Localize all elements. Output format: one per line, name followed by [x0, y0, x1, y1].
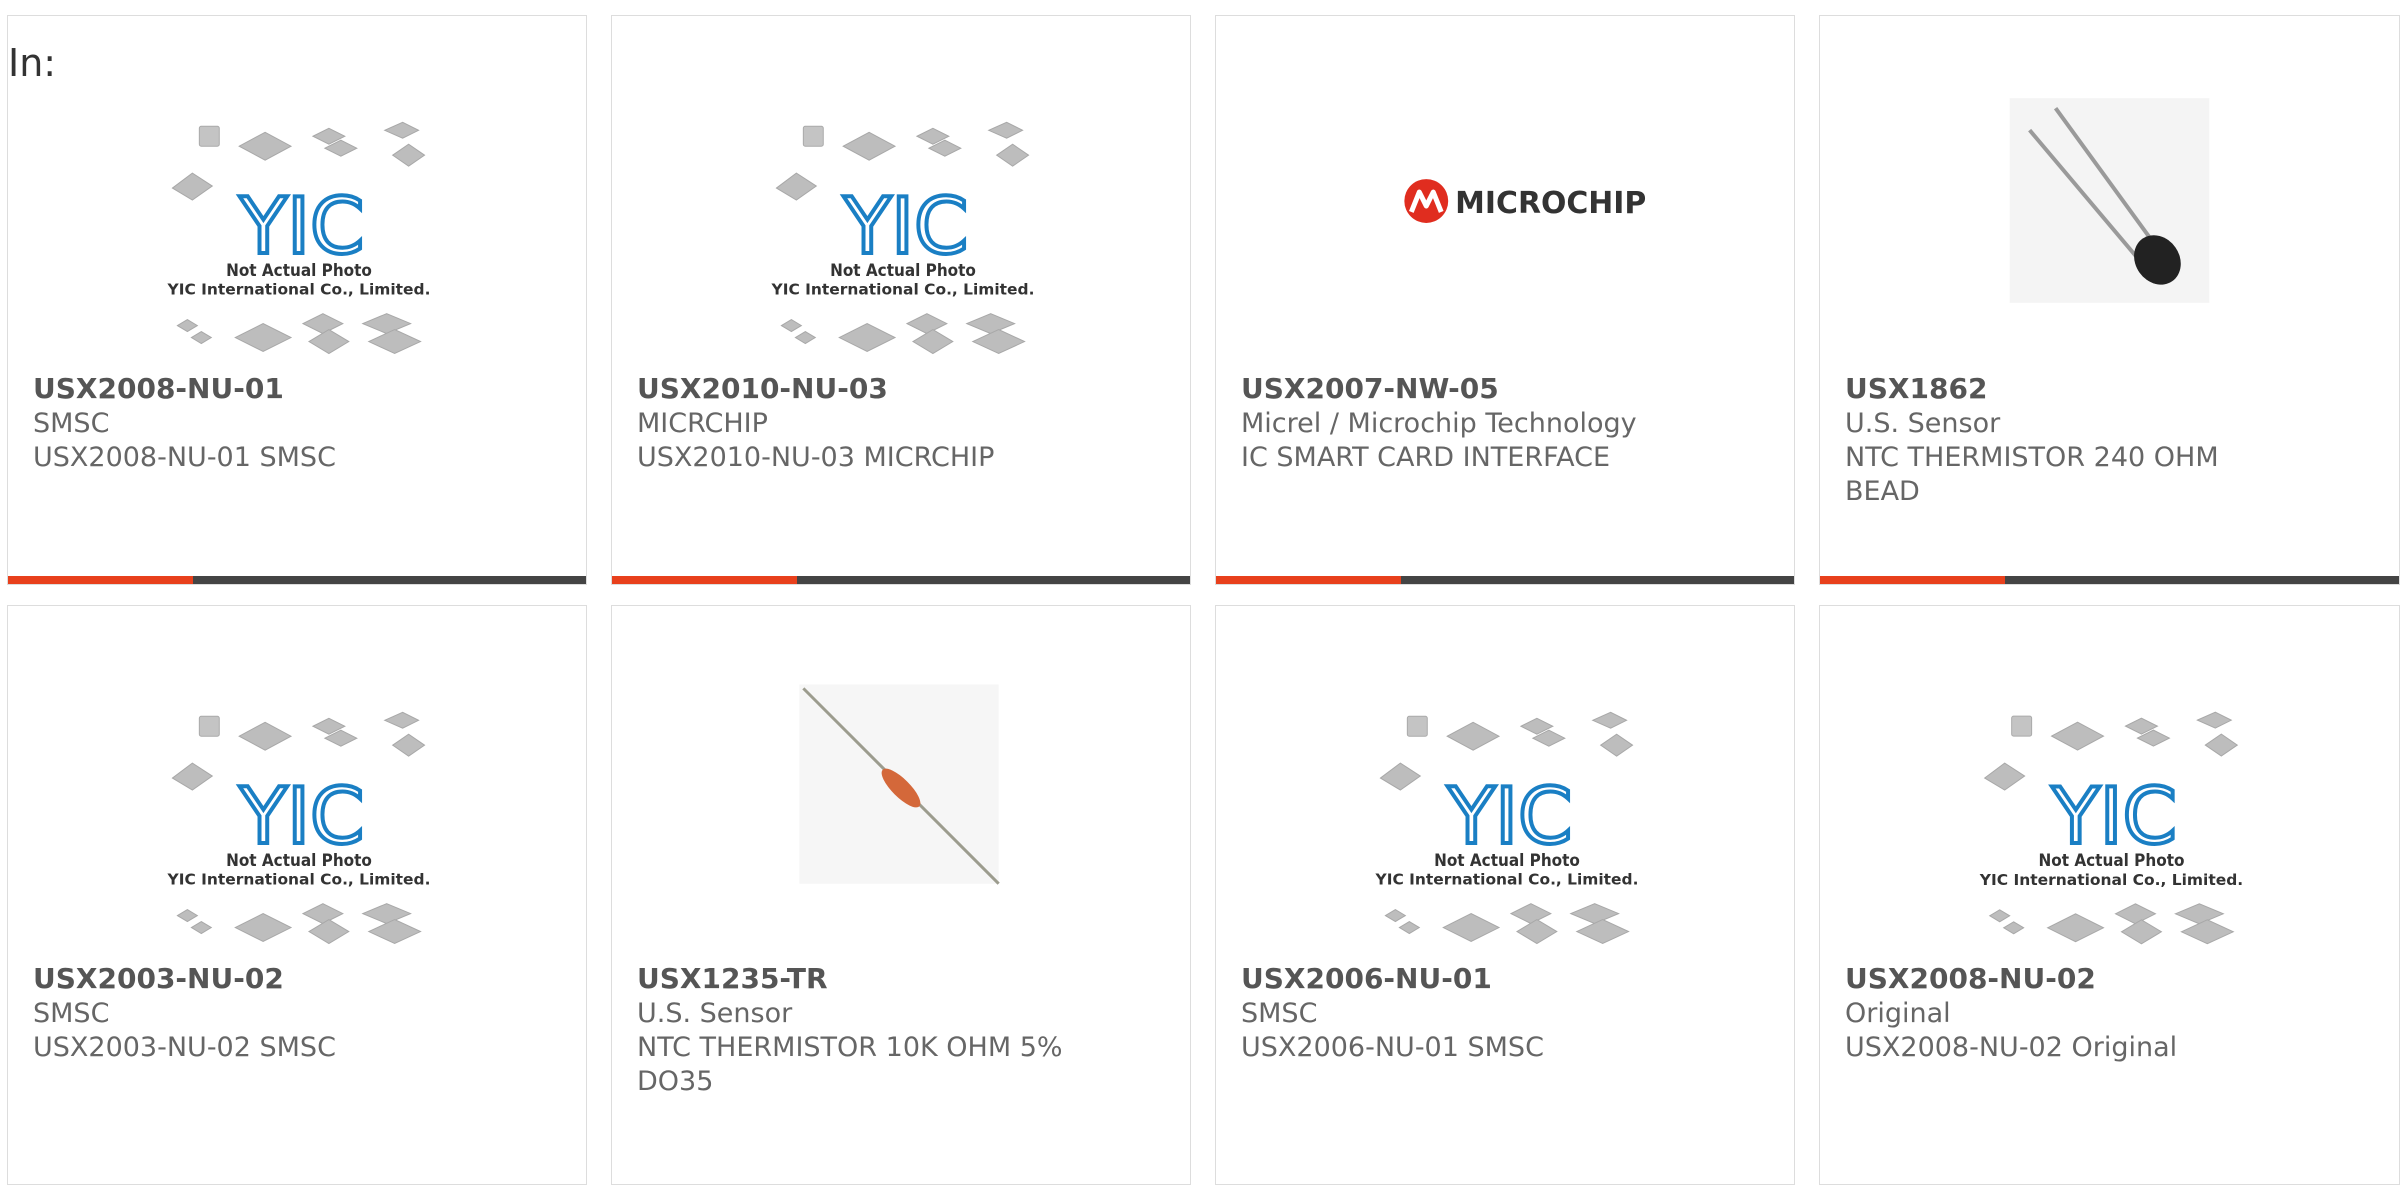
product-manufacturer: Micrel / Microchip Technology: [1241, 408, 1637, 439]
product-manufacturer: SMSC: [33, 998, 110, 1029]
product-part-number[interactable]: USX2006-NU-01: [1241, 962, 1774, 996]
thermistor-axial-image: [799, 684, 1000, 885]
placeholder-company: YIC International Co., Limited.: [167, 871, 431, 889]
card-accent-bar: [8, 576, 193, 584]
placeholder-image: YICNot Actual PhotoYIC International Co.…: [1979, 711, 2243, 945]
filter-label: In:: [8, 41, 57, 85]
product-part-number[interactable]: USX2010-NU-03: [637, 372, 1170, 406]
product-description: USX2006-NU-01 SMSC: [1241, 1032, 1544, 1063]
placeholder-company: YIC International Co., Limited.: [1979, 871, 2243, 889]
placeholder-image: YICNot Actual PhotoYIC International Co.…: [1375, 711, 1639, 945]
product-card[interactable]: YIC Not Actual Photo YIC International Co.…: [7, 605, 587, 1185]
product-description: USX2010-NU-03 MICRCHIP: [637, 442, 995, 473]
thermistor-bead-image: [2009, 98, 2210, 303]
product-card[interactable]: MICROCHIP USX2007-NW-05 Micrel / Microch…: [1215, 15, 1795, 585]
product-image[interactable]: YIC Not Actual Photo YIC International Co.…: [1216, 638, 1794, 958]
product-manufacturer: Original: [1845, 998, 1951, 1029]
product-description: NTC THERMISTOR 10K OHM 5% DO35: [637, 1032, 1063, 1097]
yic-logo: YIC: [239, 182, 365, 272]
product-manufacturer: U.S. Sensor: [637, 998, 793, 1029]
product-card[interactable]: YIC Not Actual Photo YIC International Co.…: [1819, 605, 2400, 1185]
card-bottom-bar: [1216, 576, 1794, 584]
product-card[interactable]: YIC Not Actual Photo YIC International Co.…: [7, 15, 587, 585]
product-card[interactable]: YIC Not Actual Photo YIC International Co.…: [611, 15, 1191, 585]
product-part-number[interactable]: USX2008-NU-01: [33, 372, 566, 406]
card-bottom-bar: [8, 576, 586, 584]
product-description: NTC THERMISTOR 240 OHM BEAD: [1845, 442, 2219, 507]
placeholder-company: YIC International Co., Limited.: [1375, 871, 1639, 889]
product-description: USX2003-NU-02 SMSC: [33, 1032, 336, 1063]
product-part-number[interactable]: USX1862: [1845, 372, 2379, 406]
product-card[interactable]: USX1862 U.S. Sensor NTC THERMISTOR 240 O…: [1819, 15, 2400, 585]
product-description: IC SMART CARD INTERFACE: [1241, 442, 1611, 473]
microchip-logo: MICROCHIP: [1404, 179, 1646, 223]
product-part-number[interactable]: USX2003-NU-02: [33, 962, 566, 996]
placeholder-caption: Not Actual Photo: [2038, 851, 2184, 871]
svg-text:MICROCHIP: MICROCHIP: [1455, 186, 1646, 221]
product-image[interactable]: YIC Not Actual Photo YIC International Co.…: [8, 638, 586, 958]
product-manufacturer: SMSC: [33, 408, 110, 439]
placeholder-image: YICNot Actual PhotoYIC International Co.…: [771, 121, 1035, 355]
placeholder-image: YICNot Actual PhotoYIC International Co.…: [167, 121, 431, 355]
product-image[interactable]: YIC Not Actual Photo YIC International Co.…: [8, 48, 586, 368]
placeholder-caption: Not Actual Photo: [830, 260, 976, 280]
product-image[interactable]: YIC Not Actual Photo YIC International Co.…: [1820, 638, 2399, 958]
card-bottom-bar: [612, 576, 1190, 584]
yic-logo: YIC: [1447, 772, 1573, 862]
placeholder-company: YIC International Co., Limited.: [167, 281, 431, 299]
placeholder-image: YICNot Actual PhotoYIC International Co.…: [167, 711, 431, 945]
product-manufacturer: MICRCHIP: [637, 408, 768, 439]
product-part-number[interactable]: USX2007-NW-05: [1241, 372, 1774, 406]
card-bottom-bar: [1820, 576, 2399, 584]
product-part-number[interactable]: USX2008-NU-02: [1845, 962, 2379, 996]
yic-logo: YIC: [843, 182, 969, 272]
product-image[interactable]: MICROCHIP: [1216, 48, 1794, 368]
product-part-number[interactable]: USX1235-TR: [637, 962, 1170, 996]
product-manufacturer: U.S. Sensor: [1845, 408, 2001, 439]
card-accent-bar: [1820, 576, 2006, 584]
card-accent-bar: [612, 576, 797, 584]
product-manufacturer: SMSC: [1241, 998, 1318, 1029]
product-description: USX2008-NU-01 SMSC: [33, 442, 336, 473]
product-image[interactable]: [612, 638, 1190, 958]
placeholder-caption: Not Actual Photo: [226, 260, 372, 280]
product-image[interactable]: [1820, 48, 2399, 368]
placeholder-company: YIC International Co., Limited.: [771, 281, 1035, 299]
product-card[interactable]: YIC Not Actual Photo YIC International Co.…: [1215, 605, 1795, 1185]
yic-logo: YIC: [2051, 772, 2177, 862]
card-accent-bar: [1216, 576, 1401, 584]
placeholder-caption: Not Actual Photo: [1434, 850, 1580, 870]
placeholder-caption: Not Actual Photo: [226, 850, 372, 870]
product-image[interactable]: YIC Not Actual Photo YIC International Co.…: [612, 48, 1190, 368]
product-card[interactable]: USX1235-TR U.S. Sensor NTC THERMISTOR 10…: [611, 605, 1191, 1185]
yic-logo: YIC: [239, 772, 365, 862]
product-description: USX2008-NU-02 Original: [1845, 1032, 2178, 1063]
